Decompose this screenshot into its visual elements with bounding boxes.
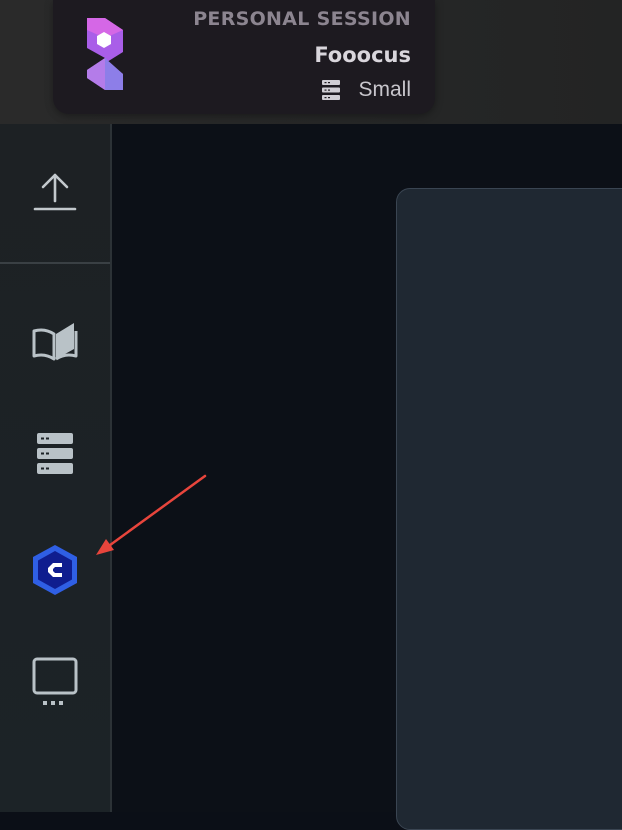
session-size-label: Small	[358, 78, 411, 101]
upload-button[interactable]	[22, 158, 88, 224]
c-hexagon-icon	[33, 545, 77, 595]
sidebar-divider	[0, 262, 110, 264]
content-panel	[396, 188, 622, 830]
display-button[interactable]	[22, 648, 88, 714]
session-size: Small	[322, 78, 411, 102]
main-content	[112, 124, 622, 830]
book-open-icon	[32, 323, 78, 361]
app-logo-icon	[87, 18, 123, 90]
session-type-label: PERSONAL SESSION	[193, 8, 411, 30]
sidebar	[0, 124, 112, 812]
upload-icon	[33, 173, 77, 211]
top-bar: PERSONAL SESSION Fooocus Small	[0, 0, 622, 124]
app-c-button[interactable]	[22, 537, 88, 603]
session-card[interactable]: PERSONAL SESSION Fooocus Small	[53, 0, 435, 114]
server-icon	[322, 80, 341, 100]
server-stack-icon	[37, 433, 73, 474]
session-name: Fooocus	[314, 43, 411, 67]
docs-button[interactable]	[22, 308, 88, 374]
server-button[interactable]	[22, 421, 88, 487]
monitor-icon	[32, 657, 78, 705]
